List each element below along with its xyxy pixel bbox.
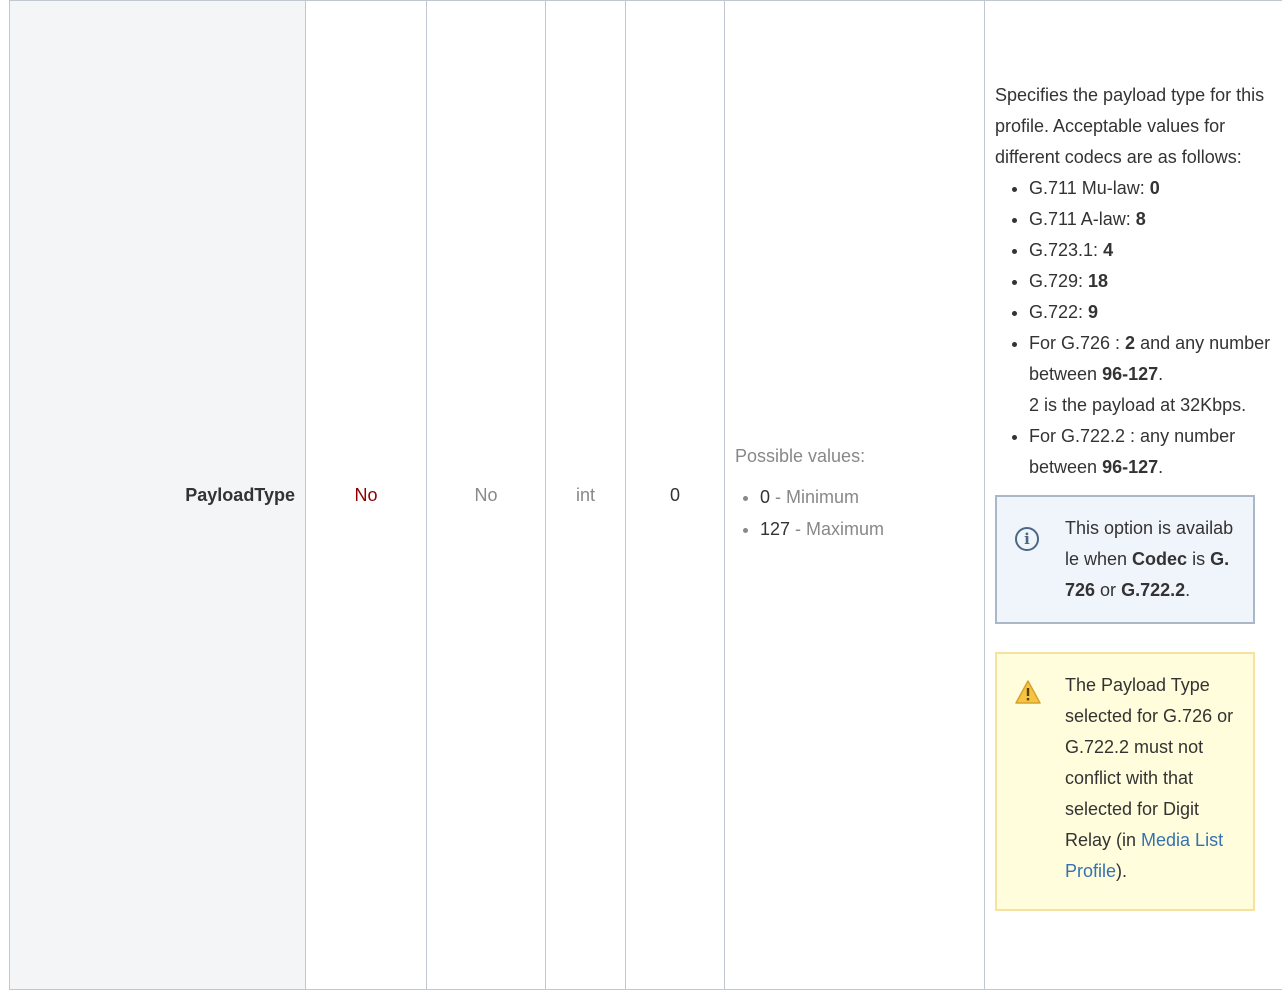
warning-panel: The Payload Type selected for G.726 or G… [995,652,1255,911]
info-text: . [1185,580,1190,600]
range-item: 127 - Maximum [760,513,974,545]
range-text: Maximum [806,519,884,539]
codec-item: G.723.1: 4 [1029,235,1280,266]
codec-note: 2 is the payload at 32Kbps. [1029,395,1246,415]
codec-label: G.711 A-law: [1029,209,1136,229]
type-value: int [576,485,595,505]
codec-label: G.723.1: [1029,240,1103,260]
range-cell: Possible values: 0 - Minimum 127 - Maxim… [725,1,985,990]
codec-item: G.722: 9 [1029,297,1280,328]
range-item: 0 - Minimum [760,481,974,513]
codec-value: 18 [1088,271,1108,291]
codec-item: G.711 A-law: 8 [1029,204,1280,235]
range-label: Possible values: [735,446,974,467]
required-cell: No [306,1,427,990]
codec-text: . [1158,457,1163,477]
default-value: 0 [670,485,680,505]
codec-range: 96-127 [1102,457,1158,477]
codec-value: 8 [1136,209,1146,229]
type-cell: int [546,1,626,990]
info-text: is [1187,549,1210,569]
info-text: or [1095,580,1121,600]
codec-item-g7222: For G.722.2 : any number between 96-127. [1029,421,1280,483]
range-sep: - [770,487,786,507]
codec-value: 4 [1103,240,1113,260]
warning-text: The Payload Type selected for G.726 or G… [1065,675,1233,850]
info-icon-wrap: i [1015,513,1065,606]
required-value: No [354,485,377,505]
range-text: Minimum [786,487,859,507]
param-name-cell: PayloadType [10,1,306,990]
codec-item-g726: For G.726 : 2 and any number between 96-… [1029,328,1280,421]
codec-value: 9 [1088,302,1098,322]
codec-label: G.729: [1029,271,1088,291]
codec-value: 2 [1125,333,1135,353]
warning-text: ). [1116,861,1127,881]
param-name: PayloadType [185,485,295,505]
read-only-cell: No [427,1,546,990]
warning-panel-text: The Payload Type selected for G.726 or G… [1065,670,1235,887]
description-intro: Specifies the payload type for this prof… [995,80,1280,173]
warning-icon-wrap [1015,670,1065,887]
range-value: 0 [760,487,770,507]
codec-range: 96-127 [1102,364,1158,384]
table-row: PayloadType No No int 0 Possible values:… [10,1,1282,990]
codec-list: G.711 Mu-law: 0 G.711 A-law: 8 G.723.1: … [995,173,1280,483]
info-panel: i This option is available when Codec is… [995,495,1255,624]
description-cell: Specifies the payload type for this prof… [985,1,1282,990]
codec-text: . [1158,364,1163,384]
codec-value: 0 [1150,178,1160,198]
range-value: 127 [760,519,790,539]
warning-icon [1015,680,1041,704]
range-list: 0 - Minimum 127 - Maximum [735,481,974,545]
info-icon: i [1015,527,1039,551]
default-cell: 0 [626,1,725,990]
parameter-table: PayloadType No No int 0 Possible values:… [9,0,1282,990]
codec-label: G.711 Mu-law: [1029,178,1150,198]
codec-label: For G.726 : [1029,333,1125,353]
codec-item: G.711 Mu-law: 0 [1029,173,1280,204]
info-bold: G.722.2 [1121,580,1185,600]
codec-label: G.722: [1029,302,1088,322]
read-only-value: No [474,485,497,505]
range-sep: - [790,519,806,539]
codec-item: G.729: 18 [1029,266,1280,297]
info-panel-text: This option is available when Codec is G… [1065,513,1235,606]
info-bold: Codec [1132,549,1187,569]
